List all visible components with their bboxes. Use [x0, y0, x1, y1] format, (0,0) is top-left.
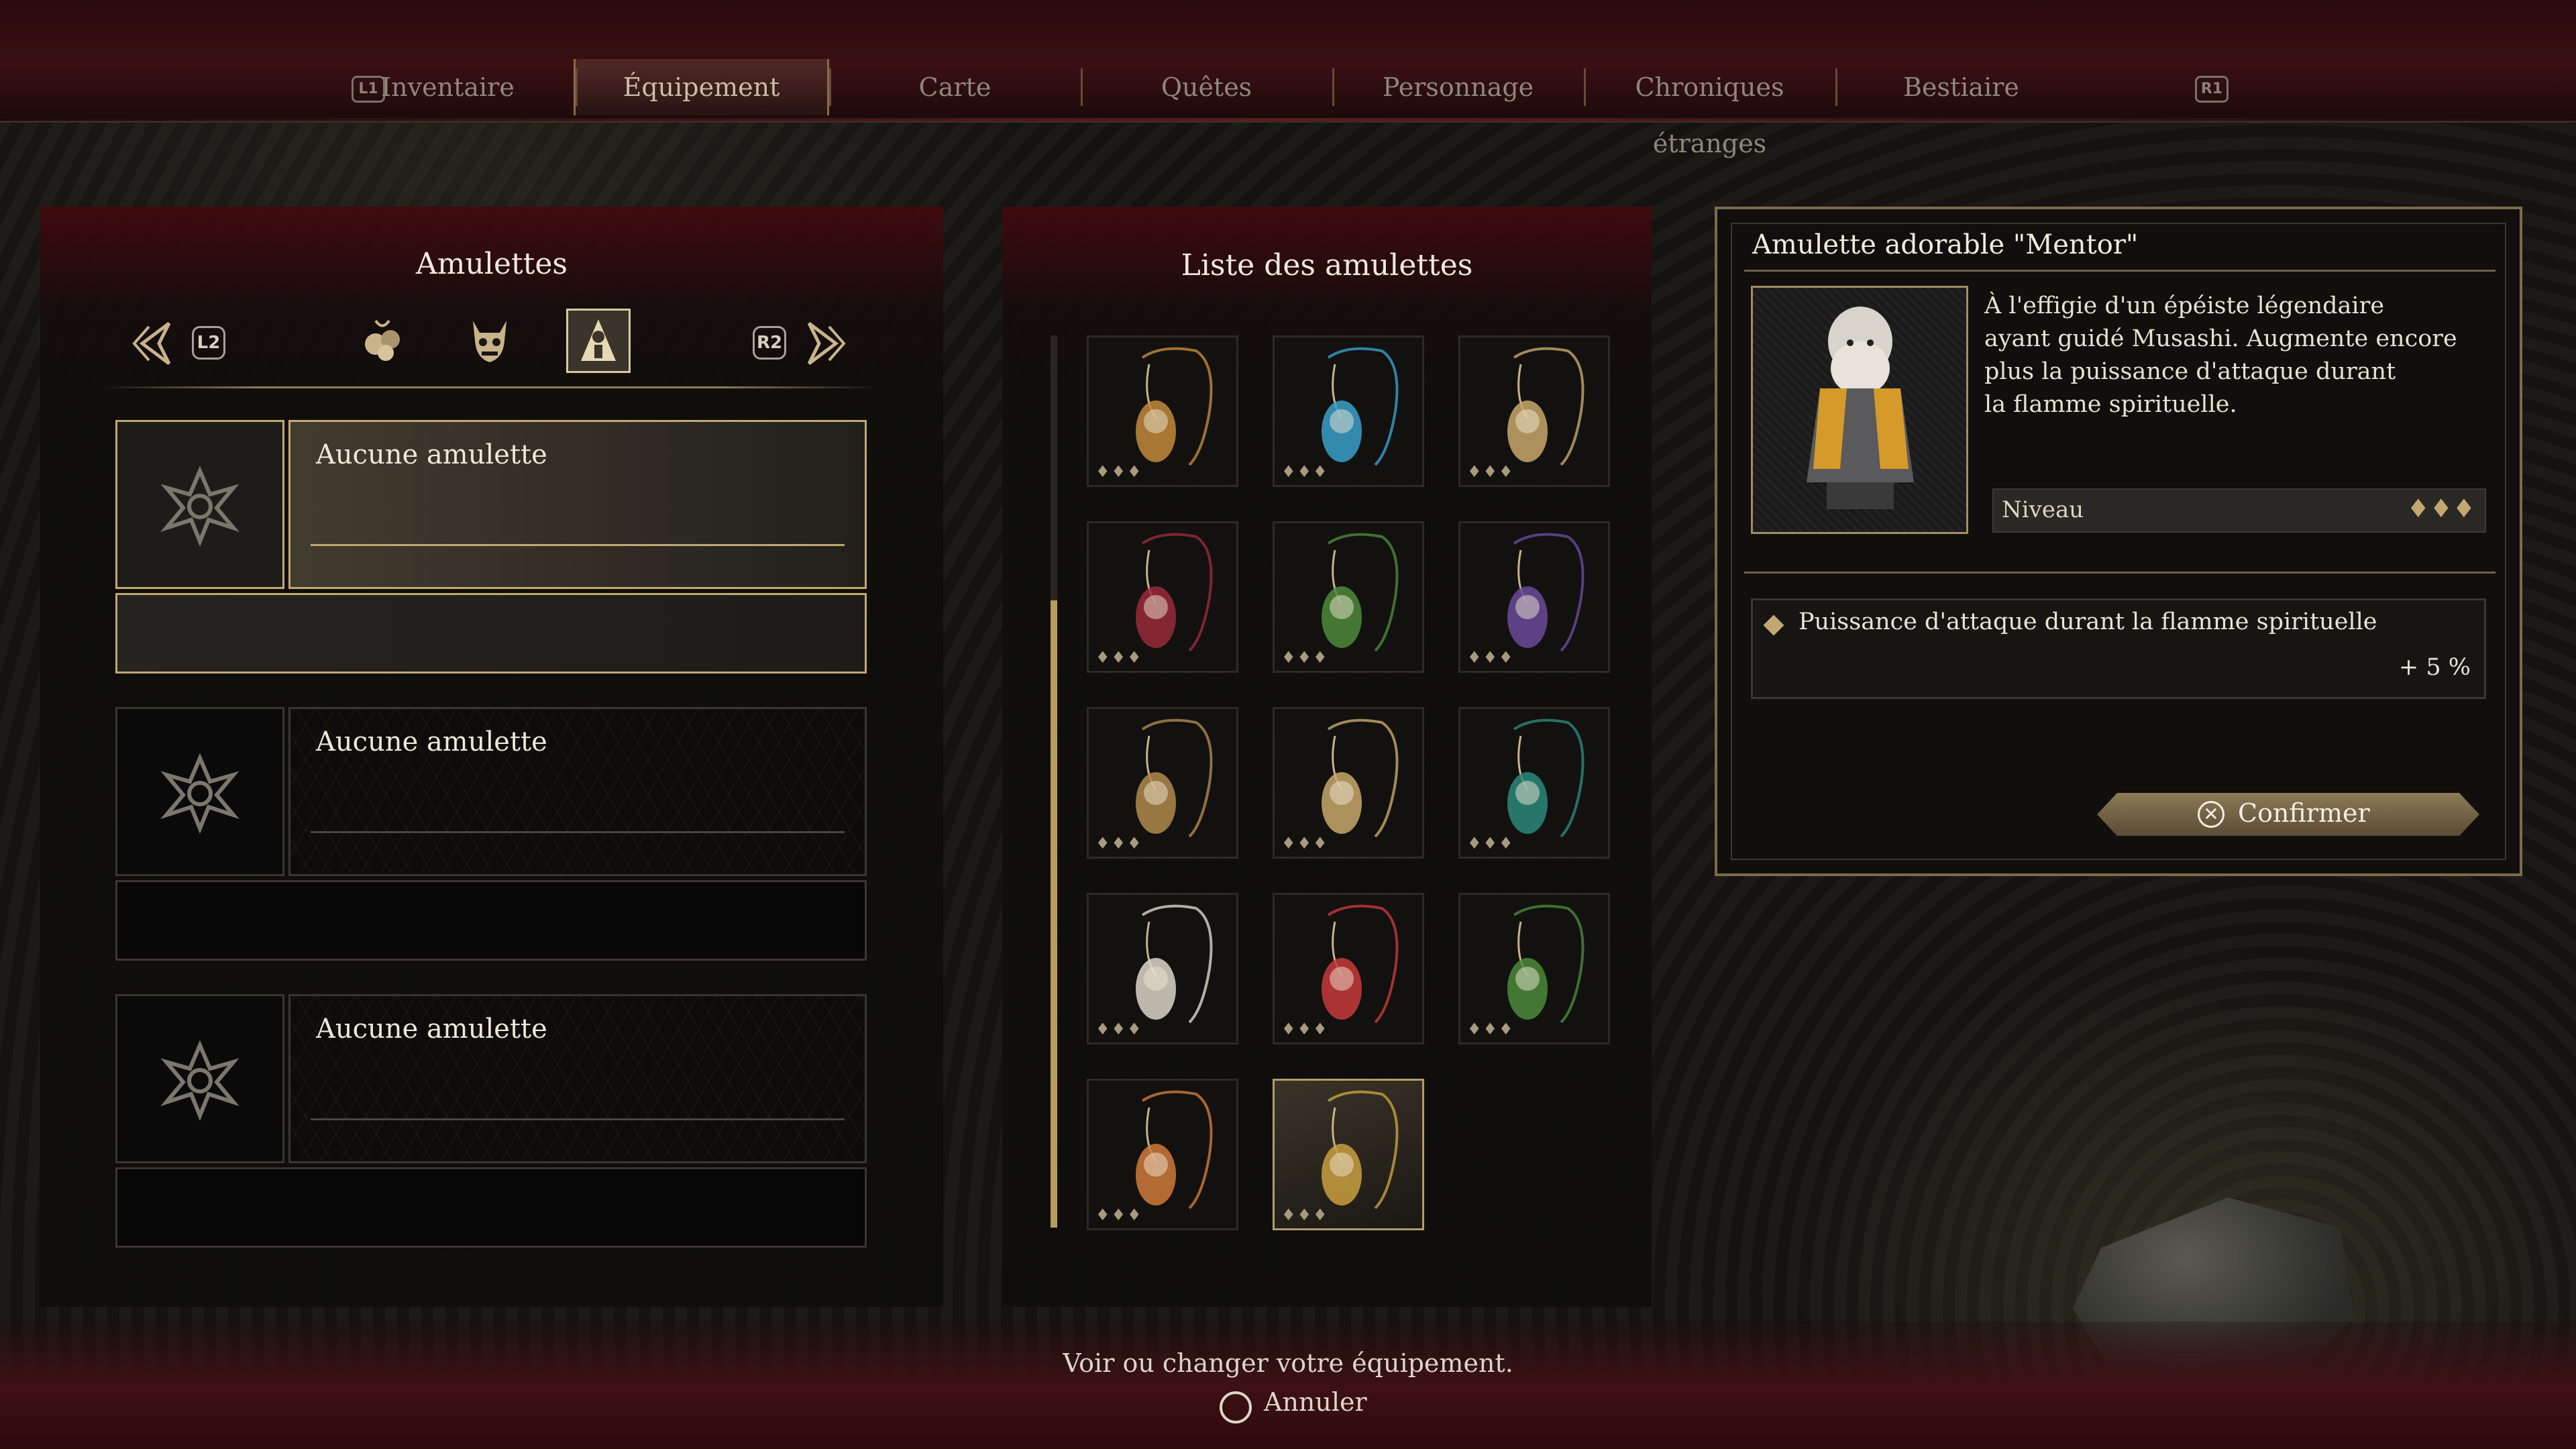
hooded-figure-icon[interactable]: [566, 309, 631, 373]
r2-button-icon[interactable]: R2: [753, 326, 786, 360]
empty-slot-icon: [115, 994, 284, 1163]
slot-name: Aucune amulette: [316, 1014, 547, 1044]
level-row: Niveau ♦♦♦: [1992, 488, 2486, 533]
level-pips-icon: ♦♦♦: [2406, 494, 2475, 523]
amulet-portrait: [1751, 286, 1968, 534]
spiral-charm-icon[interactable]: ♦♦♦: [1458, 707, 1610, 859]
slot-detail-bar: [115, 880, 867, 961]
stat-diamond-icon: [1763, 614, 1784, 636]
level-pips-icon: ♦♦♦: [1095, 462, 1143, 481]
nav-tabs: Inventaire Équipement Carte Quêtes Perso…: [322, 59, 2087, 158]
green-robe-charm-icon[interactable]: ♦♦♦: [1458, 893, 1610, 1044]
confirm-button[interactable]: ✕ Confirmer: [2097, 793, 2479, 836]
tab-chroniques-etranges[interactable]: Chroniques étranges: [1584, 59, 1835, 158]
level-pips-icon: ♦♦♦: [1095, 834, 1143, 853]
level-pips-icon: ♦♦♦: [1467, 648, 1515, 667]
circle-button-icon[interactable]: [1220, 1391, 1252, 1424]
level-pips-icon: ♦♦♦: [1467, 834, 1515, 853]
level-pips-icon: ♦♦♦: [1281, 648, 1329, 667]
tab-inventaire[interactable]: Inventaire: [322, 59, 574, 115]
next-category-arrow-icon[interactable]: [802, 317, 849, 373]
amulet-description: À l'effigie d'un épéiste légendaire ayan…: [1984, 292, 2457, 418]
green-fur-charm-icon[interactable]: ♦♦♦: [1273, 521, 1424, 673]
daruma-charm-icon[interactable]: ♦♦♦: [1273, 893, 1424, 1044]
level-label: Niveau: [2002, 496, 2084, 523]
stat-label: Puissance d'attaque durant la flamme spi…: [1799, 608, 2377, 635]
level-pips-icon: ♦♦♦: [1467, 462, 1515, 481]
level-pips-icon: ♦♦♦: [1095, 648, 1143, 667]
amulet-slot-2[interactable]: Aucune amulette: [115, 707, 867, 961]
stat-value: + 5 %: [2398, 654, 2471, 681]
level-pips-icon: ♦♦♦: [1281, 462, 1329, 481]
lantern-charm-icon[interactable]: ♦♦♦: [1273, 707, 1424, 859]
amulet-detail-title: Amulette adorable "Mentor": [1752, 229, 2139, 260]
slot-name: Aucune amulette: [316, 727, 547, 757]
amulet-slot-1[interactable]: Aucune amulette: [115, 420, 867, 674]
level-pips-icon: ♦♦♦: [1095, 1205, 1143, 1224]
slot-detail-bar: [115, 1167, 867, 1248]
footer-hint: Voir ou changer votre équipement.: [1063, 1348, 1513, 1378]
red-fur-charm-icon[interactable]: ♦♦♦: [1087, 521, 1238, 673]
teal-orb-charm-icon[interactable]: ♦♦♦: [1458, 335, 1610, 487]
demon-mask-icon[interactable]: [458, 309, 522, 373]
slot-name: Aucune amulette: [316, 439, 547, 470]
mentor-doll-charm-icon[interactable]: ♦♦♦: [1273, 1079, 1424, 1230]
empty-slot-icon: [115, 707, 284, 876]
tab-personnage[interactable]: Personnage: [1332, 59, 1584, 115]
prev-category-arrow-icon[interactable]: [129, 317, 176, 373]
purple-fur-charm-icon[interactable]: ♦♦♦: [1458, 521, 1610, 673]
level-pips-icon: ♦♦♦: [1281, 1020, 1329, 1038]
tab-carte[interactable]: Carte: [829, 59, 1081, 115]
r1-button-icon[interactable]: R1: [2195, 76, 2229, 103]
tab-equipement[interactable]: Équipement: [574, 59, 829, 115]
pouch-charm-icon[interactable]: ♦♦♦: [1087, 335, 1238, 487]
level-pips-icon: ♦♦♦: [1095, 1020, 1143, 1038]
level-pips-icon: ♦♦♦: [1281, 834, 1329, 853]
girl-doll-charm-icon[interactable]: ♦♦♦: [1087, 1079, 1238, 1230]
slot-detail-bar: [115, 593, 867, 674]
empty-slot-icon: [115, 420, 284, 589]
cat-plush-charm-icon[interactable]: ♦♦♦: [1087, 893, 1238, 1044]
list-scrollbar[interactable]: [1051, 335, 1057, 1228]
l2-button-icon[interactable]: L2: [192, 326, 225, 360]
amulet-slot-3[interactable]: Aucune amulette: [115, 994, 867, 1248]
tab-quetes[interactable]: Quêtes: [1081, 59, 1332, 115]
bottom-bar: [0, 1322, 2576, 1449]
stat-row: Puissance d'attaque durant la flamme spi…: [1751, 598, 2486, 699]
charm-cluster-icon[interactable]: [350, 309, 415, 373]
brush-charm-icon[interactable]: ♦♦♦: [1087, 707, 1238, 859]
cross-button-icon: ✕: [2198, 801, 2224, 828]
amulets-panel-title: Amulettes: [416, 247, 568, 281]
level-pips-icon: ♦♦♦: [1281, 1205, 1329, 1224]
confirm-label: Confirmer: [2238, 798, 2370, 828]
blue-feather-charm-icon[interactable]: ♦♦♦: [1273, 335, 1424, 487]
tab-bestiaire[interactable]: Bestiaire: [1835, 59, 2087, 115]
cancel-label[interactable]: Annuler: [1264, 1387, 1367, 1417]
list-scroll-thumb[interactable]: [1051, 600, 1057, 1228]
amulet-list-title: Liste des amulettes: [1181, 248, 1473, 282]
level-pips-icon: ♦♦♦: [1467, 1020, 1515, 1038]
amulet-detail-panel: Amulette adorable "Mentor" À l'effigie d…: [1715, 207, 2522, 876]
